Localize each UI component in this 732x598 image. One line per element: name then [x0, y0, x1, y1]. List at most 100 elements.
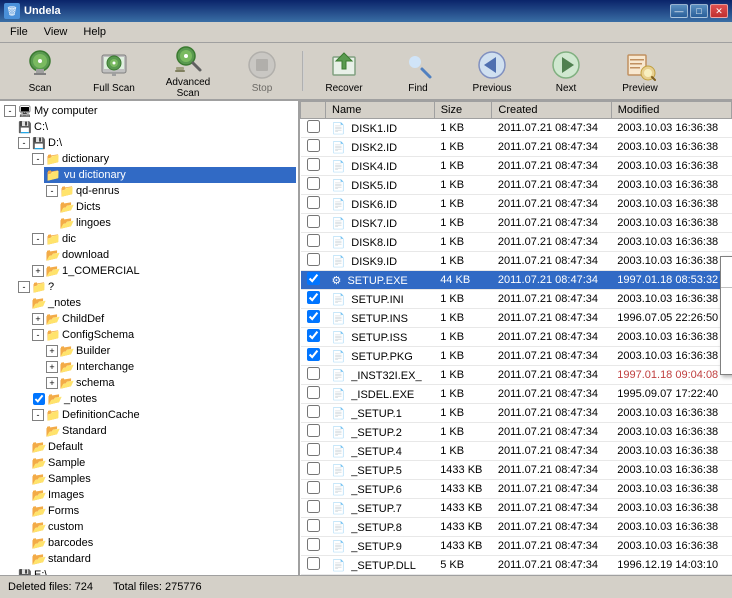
menu-help[interactable]: Help — [77, 24, 112, 40]
table-row[interactable]: 📄 DISK6.ID 1 KB 2011.07.21 08:47:34 2003… — [301, 195, 732, 214]
file-checkbox[interactable] — [307, 500, 320, 513]
advanced-scan-button[interactable]: Advanced Scan — [152, 45, 224, 97]
tree-drive-e[interactable]: 💾 E:\ — [16, 567, 296, 575]
expand-dictionary[interactable]: - — [32, 153, 44, 165]
file-checkbox[interactable] — [307, 367, 320, 380]
ctx-recover[interactable]: Recover... — [721, 257, 732, 285]
maximize-button[interactable]: □ — [690, 4, 708, 18]
table-row[interactable]: 📄 DISK7.ID 1 KB 2011.07.21 08:47:34 2003… — [301, 214, 732, 233]
file-checkbox-cell[interactable] — [301, 518, 326, 537]
table-row[interactable]: ⚙ SETUP.EXE 44 KB 2011.07.21 08:47:34 19… — [301, 271, 732, 290]
tree-folder-standard2[interactable]: 📂 standard — [30, 551, 296, 567]
table-row[interactable]: 📄 DISK2.ID 1 KB 2011.07.21 08:47:34 2003… — [301, 138, 732, 157]
file-checkbox-cell[interactable] — [301, 404, 326, 423]
file-checkbox-cell[interactable] — [301, 214, 326, 233]
file-checkbox-cell[interactable] — [301, 271, 326, 290]
file-checkbox-cell[interactable] — [301, 119, 326, 138]
table-row[interactable]: 📄 SETUP.PKG 1 KB 2011.07.21 08:47:34 200… — [301, 347, 732, 366]
expand-childdef[interactable]: + — [32, 313, 44, 325]
preview-button[interactable]: Preview — [604, 45, 676, 97]
tree-folder-download[interactable]: 📂 download — [44, 247, 296, 263]
table-row[interactable]: 📄 _SETUP.1 1 KB 2011.07.21 08:47:34 2003… — [301, 404, 732, 423]
tree-folder-barcodes[interactable]: 📂 barcodes — [30, 535, 296, 551]
table-row[interactable]: 📄 _SETUP.9 1433 KB 2011.07.21 08:47:34 2… — [301, 537, 732, 556]
tree-folder-dic[interactable]: - 📁 dic — [30, 231, 296, 247]
file-checkbox[interactable] — [307, 291, 320, 304]
file-checkbox[interactable] — [307, 557, 320, 570]
file-checkbox[interactable] — [307, 310, 320, 323]
file-checkbox-cell[interactable] — [301, 233, 326, 252]
table-row[interactable]: 📄 _SETUP.DLL 5 KB 2011.07.21 08:47:34 19… — [301, 556, 732, 575]
table-row[interactable]: 📄 DISK5.ID 1 KB 2011.07.21 08:47:34 2003… — [301, 176, 732, 195]
tree-folder-sample[interactable]: 📂 Sample — [30, 455, 296, 471]
file-checkbox[interactable] — [307, 158, 320, 171]
file-checkbox-cell[interactable] — [301, 537, 326, 556]
col-modified[interactable]: Modified — [611, 102, 731, 119]
file-checkbox-cell[interactable] — [301, 347, 326, 366]
tree-drive-c[interactable]: 💾 C:\ — [16, 119, 296, 135]
ctx-find[interactable]: Find... Ctrl+F — [721, 290, 732, 318]
file-checkbox-cell[interactable] — [301, 176, 326, 195]
file-checkbox[interactable] — [307, 196, 320, 209]
file-checkbox-cell[interactable] — [301, 556, 326, 575]
file-checkbox[interactable] — [307, 234, 320, 247]
tree-folder-images[interactable]: 📂 Images — [30, 487, 296, 503]
expand-builder[interactable]: + — [46, 345, 58, 357]
col-size[interactable]: Size — [434, 102, 492, 119]
file-checkbox-cell[interactable] — [301, 442, 326, 461]
file-checkbox-cell[interactable] — [301, 575, 326, 576]
file-checkbox[interactable] — [307, 462, 320, 475]
col-name[interactable]: Name — [326, 102, 435, 119]
tree-folder-comercial[interactable]: + 📂 1_COMERCIAL — [30, 263, 296, 279]
file-checkbox-cell[interactable] — [301, 157, 326, 176]
file-checkbox[interactable] — [307, 272, 320, 285]
file-panel[interactable]: Name Size Created Modified 📄 DISK1.ID 1 … — [300, 101, 732, 575]
stop-button[interactable]: Stop — [226, 45, 298, 97]
file-checkbox-cell[interactable] — [301, 385, 326, 404]
file-checkbox[interactable] — [307, 481, 320, 494]
expand-defcache[interactable]: - — [32, 409, 44, 421]
tree-folder-notes2[interactable]: 📂 _notes — [30, 391, 296, 407]
file-checkbox[interactable] — [307, 424, 320, 437]
tree-folder-interchange[interactable]: + 📂 Interchange — [44, 359, 296, 375]
file-checkbox[interactable] — [307, 348, 320, 361]
tree-root[interactable]: - 🖥 My computer — [2, 103, 296, 119]
expand-question[interactable]: - — [18, 281, 30, 293]
file-checkbox-cell[interactable] — [301, 309, 326, 328]
file-checkbox-cell[interactable] — [301, 328, 326, 347]
ctx-next[interactable]: Next — [721, 346, 732, 374]
file-checkbox[interactable] — [307, 177, 320, 190]
expand-comercial[interactable]: + — [32, 265, 44, 277]
table-row[interactable]: 📄 _SETUP.7 1433 KB 2011.07.21 08:47:34 2… — [301, 499, 732, 518]
file-checkbox[interactable] — [307, 253, 320, 266]
table-row[interactable]: 📄 _INST32I.EX_ 1 KB 2011.07.21 08:47:34 … — [301, 366, 732, 385]
tree-folder-defcache[interactable]: - 📁 DefinitionCache — [30, 407, 296, 423]
find-button[interactable]: Find — [382, 45, 454, 97]
tree-folder-standard[interactable]: 📂 Standard — [44, 423, 296, 439]
file-checkbox-cell[interactable] — [301, 366, 326, 385]
tree-folder-configschema[interactable]: - 📁 ConfigSchema — [30, 327, 296, 343]
expand-d[interactable]: - — [18, 137, 30, 149]
file-checkbox[interactable] — [307, 139, 320, 152]
ctx-previous[interactable]: Prevoius — [721, 318, 732, 346]
file-checkbox-cell[interactable] — [301, 480, 326, 499]
table-row[interactable]: 📄 SETUP.INI 1 KB 2011.07.21 08:47:34 200… — [301, 290, 732, 309]
file-checkbox-cell[interactable] — [301, 461, 326, 480]
file-checkbox-cell[interactable] — [301, 252, 326, 271]
tree-folder-forms[interactable]: 📂 Forms — [30, 503, 296, 519]
next-button[interactable]: Next — [530, 45, 602, 97]
file-checkbox-cell[interactable] — [301, 195, 326, 214]
minimize-button[interactable]: — — [670, 4, 688, 18]
file-checkbox-cell[interactable] — [301, 423, 326, 442]
tree-folder-vu-dictionary[interactable]: 📁 vu dictionary — [44, 167, 296, 183]
file-checkbox[interactable] — [307, 405, 320, 418]
file-checkbox-cell[interactable] — [301, 290, 326, 309]
table-row[interactable]: 📄 _SETUP.5 1433 KB 2011.07.21 08:47:34 2… — [301, 461, 732, 480]
table-row[interactable]: 📄 DISK8.ID 1 KB 2011.07.21 08:47:34 2003… — [301, 233, 732, 252]
file-checkbox[interactable] — [307, 443, 320, 456]
tree-folder-custom[interactable]: 📂 custom — [30, 519, 296, 535]
col-created[interactable]: Created — [492, 102, 611, 119]
tree-panel[interactable]: - 🖥 My computer 💾 C:\ - 💾 D:\ - 📁 dictio… — [0, 101, 300, 575]
tree-folder-default[interactable]: 📂 Default — [30, 439, 296, 455]
file-checkbox[interactable] — [307, 120, 320, 133]
